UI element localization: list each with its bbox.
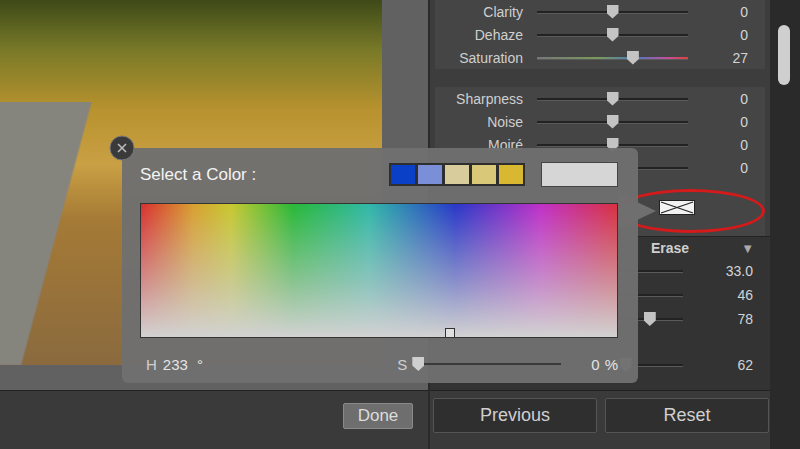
slider-label: Saturation [435, 50, 523, 66]
highlight-ellipse [616, 189, 765, 233]
picker-header: Select a Color : [140, 162, 618, 187]
scrollbar-thumb[interactable] [778, 25, 790, 85]
saturation-value[interactable]: 0 [591, 356, 599, 373]
saturation-label: S [397, 356, 407, 373]
slider-value[interactable]: 27 [702, 50, 765, 66]
color-spectrum[interactable] [140, 203, 618, 338]
recent-swatch[interactable] [499, 165, 523, 184]
saturation-unit: % [605, 356, 618, 373]
slider-value[interactable]: 62 [697, 357, 770, 373]
done-button[interactable]: Done [343, 403, 413, 429]
recent-swatch[interactable] [418, 165, 442, 184]
slider-value[interactable]: 0 [702, 160, 765, 176]
saturation-slider[interactable] [413, 357, 561, 371]
previous-button[interactable]: Previous [433, 398, 597, 433]
spectrum-marker[interactable] [445, 328, 455, 338]
lightroom-window: Done Clarity 0Dehaze 0Saturation 27 Shar… [0, 0, 800, 449]
slider-value[interactable]: 0 [702, 137, 765, 153]
slider-value[interactable]: 33.0 [697, 263, 770, 279]
slider-value[interactable]: 0 [702, 114, 765, 130]
recent-swatch[interactable] [472, 165, 496, 184]
color-swatch-icon[interactable] [659, 200, 695, 215]
hue-value[interactable]: 233 [163, 356, 188, 373]
button-bar: Previous Reset [430, 390, 770, 449]
slider-track[interactable] [537, 51, 688, 65]
brush-mode[interactable]: Erase [651, 240, 689, 256]
reset-button[interactable]: Reset [605, 398, 769, 433]
slider-value[interactable]: 0 [702, 27, 765, 43]
picker-footer: H 233 ° S 0 % [140, 354, 618, 374]
slider-row: Saturation 27 [435, 46, 765, 69]
saturation-thumb[interactable] [412, 357, 424, 371]
slider-label: Clarity [435, 4, 523, 20]
slider-label: Sharpness [435, 91, 523, 107]
slider-track[interactable] [537, 115, 688, 129]
slider-thumb[interactable] [627, 51, 639, 65]
slider-value[interactable]: 46 [697, 287, 770, 303]
slider-label: Dehaze [435, 27, 523, 43]
toolbar: Done [0, 390, 428, 449]
slider-value[interactable]: 0 [702, 4, 765, 20]
slider-thumb[interactable] [607, 92, 619, 106]
picker-title: Select a Color : [140, 165, 389, 185]
slider-value[interactable]: 0 [702, 91, 765, 107]
slider-thumb[interactable] [607, 5, 619, 19]
recent-swatches [389, 163, 525, 186]
slider-track[interactable] [537, 28, 688, 42]
slider-row: Clarity 0 [435, 0, 765, 23]
slider-track[interactable] [537, 92, 688, 106]
slider-thumb[interactable] [607, 28, 619, 42]
slider-row: Sharpness 0 [435, 87, 765, 110]
brush-menu-icon[interactable]: ▼ [741, 241, 754, 256]
slider-row: Noise 0 [435, 110, 765, 133]
close-button[interactable] [109, 135, 135, 161]
close-icon[interactable] [109, 135, 135, 161]
color-picker-popup: Select a Color : H 233 ° S 0 % [122, 148, 638, 383]
slider-label: Noise [435, 114, 523, 130]
basic-group: Clarity 0Dehaze 0Saturation 27 [435, 0, 765, 69]
slider-value[interactable]: 78 [697, 311, 770, 327]
slider-row: Dehaze 0 [435, 23, 765, 46]
slider-thumb[interactable] [644, 312, 656, 326]
current-color [541, 162, 618, 187]
scrollbar[interactable] [770, 0, 800, 449]
recent-swatch[interactable] [391, 165, 415, 184]
slider-track[interactable] [537, 5, 688, 19]
recent-swatch[interactable] [445, 165, 469, 184]
divider [430, 69, 770, 87]
hue-unit: ° [197, 356, 203, 373]
slider-thumb[interactable] [607, 115, 619, 129]
hue-label: H [146, 356, 157, 373]
